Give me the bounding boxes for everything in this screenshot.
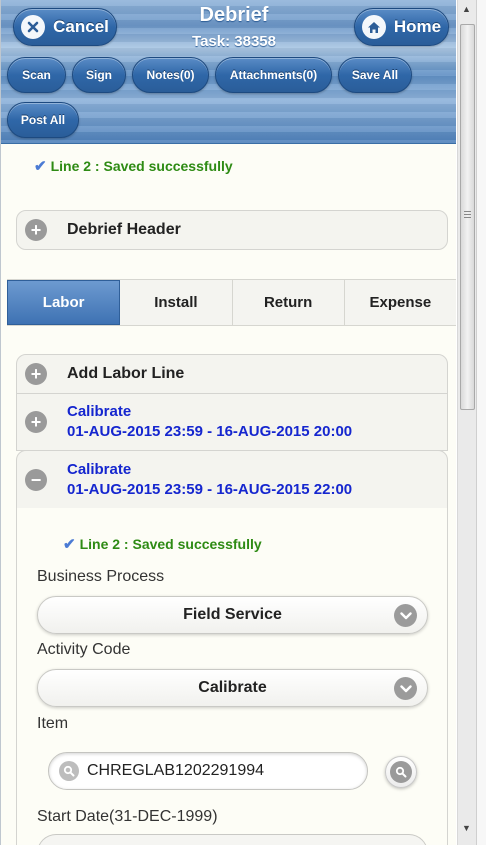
post-all-button[interactable]: Post All: [7, 102, 79, 138]
scroll-up-arrow-icon[interactable]: ▲: [462, 4, 471, 14]
plus-icon: +: [25, 363, 47, 385]
search-icon: [59, 761, 79, 781]
labor-line-range: 01-AUG-2015 23:59 - 16-AUG-2015 22:00: [67, 480, 353, 498]
sign-button[interactable]: Sign: [72, 57, 126, 93]
plus-icon: +: [25, 219, 47, 241]
check-icon: ✔: [34, 158, 47, 175]
home-icon: [361, 15, 386, 39]
grip-line: [464, 214, 471, 215]
debrief-header-section[interactable]: + Debrief Header: [16, 210, 448, 250]
notes-button[interactable]: Notes(0): [132, 57, 209, 93]
home-label: Home: [393, 17, 442, 36]
add-labor-line-label: Add Labor Line: [67, 365, 185, 382]
tab-labor[interactable]: Labor: [7, 280, 121, 325]
saved-message-text: Line 2 : Saved successfully: [50, 158, 233, 174]
start-date-select[interactable]: [37, 834, 428, 845]
chevron-down-icon: [394, 604, 417, 627]
vertical-scrollbar[interactable]: ▲ ▼: [457, 0, 476, 845]
window-edge: [476, 0, 486, 845]
item-value: CHREGLAB1202291994: [87, 762, 265, 779]
plus-icon: +: [25, 411, 47, 433]
business-process-value: Field Service: [183, 606, 282, 623]
debrief-tabs: Labor Install Return Expense: [7, 279, 456, 326]
save-all-button[interactable]: Save All: [338, 57, 412, 93]
cancel-x-icon: [21, 15, 46, 39]
tab-return[interactable]: Return: [232, 280, 345, 325]
labor-line-activity: Calibrate: [67, 403, 132, 420]
labor-line-activity: Calibrate: [67, 460, 132, 478]
app-viewport: Cancel Debrief Task: 38358 Home Scan Sig…: [0, 0, 456, 845]
scrollbar-thumb[interactable]: [460, 24, 475, 410]
business-process-label: Business Process: [37, 568, 165, 585]
labor-line-range: 01-AUG-2015 23:59 - 16-AUG-2015 20:00: [67, 423, 353, 440]
debrief-header-title: Debrief Header: [67, 221, 181, 238]
chevron-down-icon: [394, 677, 417, 700]
cancel-label: Cancel: [53, 17, 109, 36]
search-icon: [390, 761, 412, 783]
item-input[interactable]: CHREGLAB1202291994: [48, 752, 368, 790]
check-icon: ✔: [63, 536, 76, 553]
header-bar: Cancel Debrief Task: 38358 Home Scan Sig…: [1, 0, 456, 144]
cancel-button[interactable]: Cancel: [13, 8, 117, 46]
task-number: Task: 38358: [192, 33, 276, 50]
start-date-label: Start Date(31-DEC-1999): [37, 808, 218, 825]
labor-line-item[interactable]: + Calibrate 01-AUG-2015 23:59 - 16-AUG-2…: [16, 393, 448, 451]
business-process-select[interactable]: Field Service: [37, 596, 428, 634]
grip-line: [464, 211, 471, 212]
grip-line: [464, 217, 471, 218]
attachments-button[interactable]: Attachments(0): [215, 57, 332, 93]
form-saved-message: ✔ Line 2 : Saved successfully: [63, 535, 262, 553]
saved-message: ✔ Line 2 : Saved successfully: [34, 157, 233, 175]
home-button[interactable]: Home: [354, 8, 449, 46]
activity-code-select[interactable]: Calibrate: [37, 669, 428, 707]
tab-install[interactable]: Install: [120, 280, 233, 325]
activity-code-value: Calibrate: [198, 679, 267, 696]
item-label: Item: [37, 715, 69, 732]
activity-code-label: Activity Code: [37, 641, 131, 658]
tab-expense[interactable]: Expense: [344, 280, 456, 325]
minus-icon: −: [25, 468, 47, 491]
add-labor-line[interactable]: + Add Labor Line: [16, 354, 448, 394]
scroll-down-arrow-icon[interactable]: ▼: [462, 823, 471, 833]
scan-button[interactable]: Scan: [7, 57, 66, 93]
form-saved-message-text: Line 2 : Saved successfully: [79, 536, 262, 552]
item-search-button[interactable]: [385, 756, 417, 788]
page-title: Debrief: [199, 4, 269, 26]
labor-line-item-expanded[interactable]: − Calibrate 01-AUG-2015 23:59 - 16-AUG-2…: [16, 450, 448, 509]
